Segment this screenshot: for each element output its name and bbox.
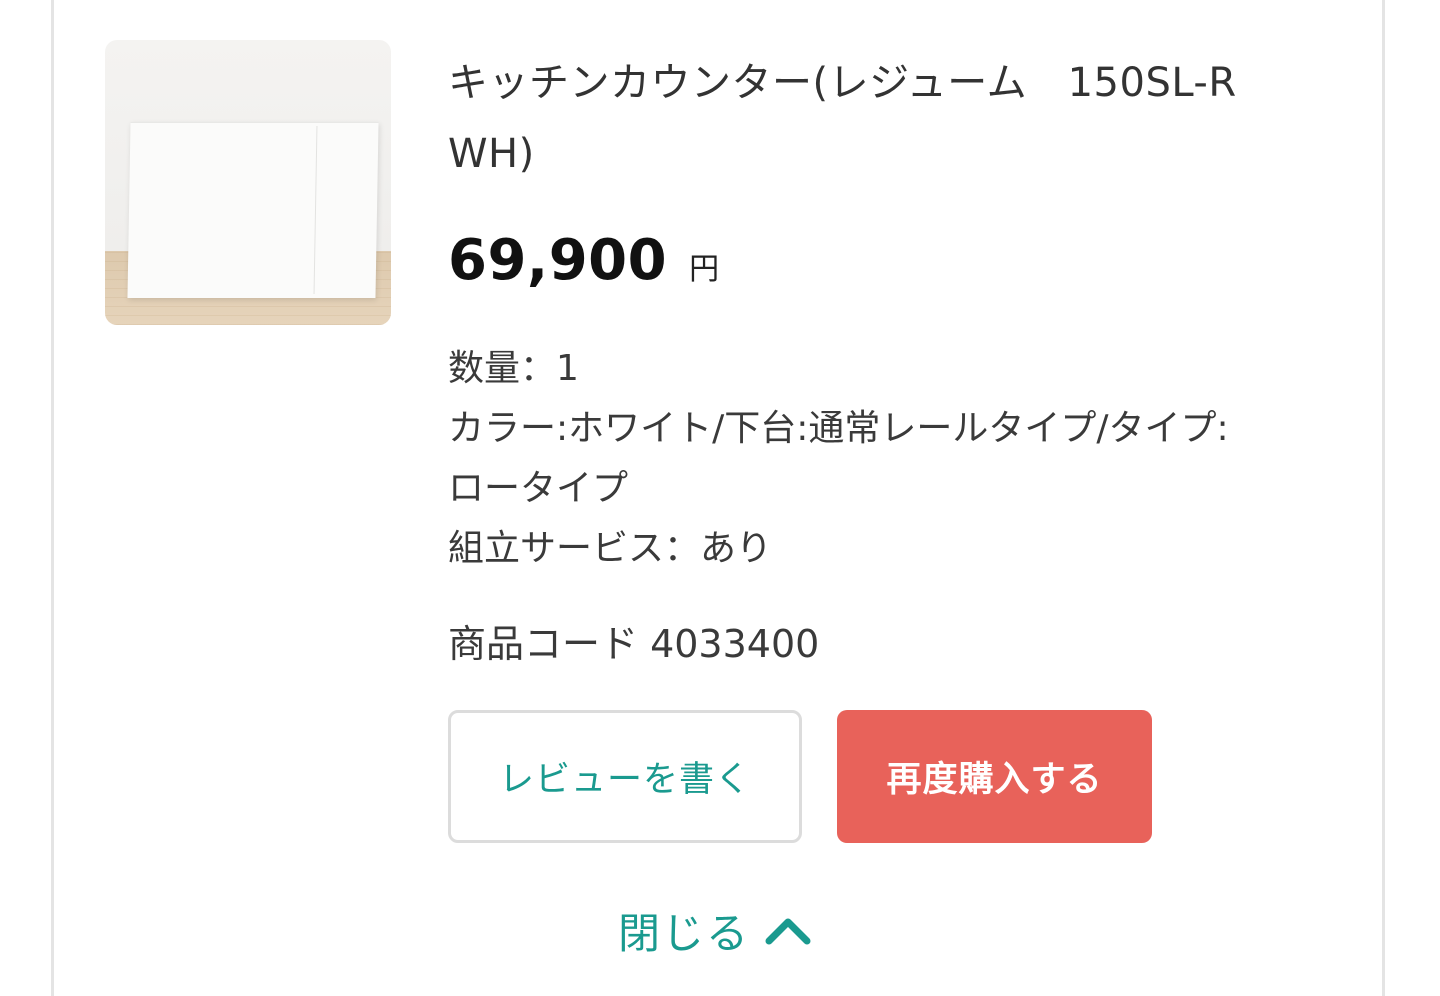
assembly-service-text: 組立サービス：あり [448, 528, 773, 569]
counter-top-edge [130, 122, 379, 123]
product-code: 商品コード 4033400 [448, 622, 820, 666]
quantity-text: 数量：1 [448, 348, 579, 389]
close-details-toggle[interactable]: 閉じる [618, 898, 812, 962]
chevron-up-icon [765, 918, 811, 945]
product-image-counter [127, 122, 379, 298]
options-text-line1: カラー:ホワイト/下台:通常レールタイプ/タイプ: [448, 408, 1229, 449]
write-review-button[interactable]: レビューを書く [448, 710, 802, 843]
product-image[interactable] [105, 40, 391, 325]
price-amount: 69,900 [448, 228, 668, 293]
product-name[interactable]: キッチンカウンター(レジューム 150SL-R WH) [448, 48, 1328, 190]
price-currency: 円 [689, 252, 720, 287]
product-price: 69,900 円 [448, 228, 719, 293]
rebuy-button[interactable]: 再度購入する [837, 710, 1152, 843]
order-details: 数量：1 カラー:ホワイト/下台:通常レールタイプ/タイプ: ロータイプ 組立サ… [448, 339, 1338, 579]
options-text-line2: ロータイプ [448, 468, 629, 509]
close-label: 閉じる [618, 908, 751, 958]
counter-seam [313, 126, 318, 294]
